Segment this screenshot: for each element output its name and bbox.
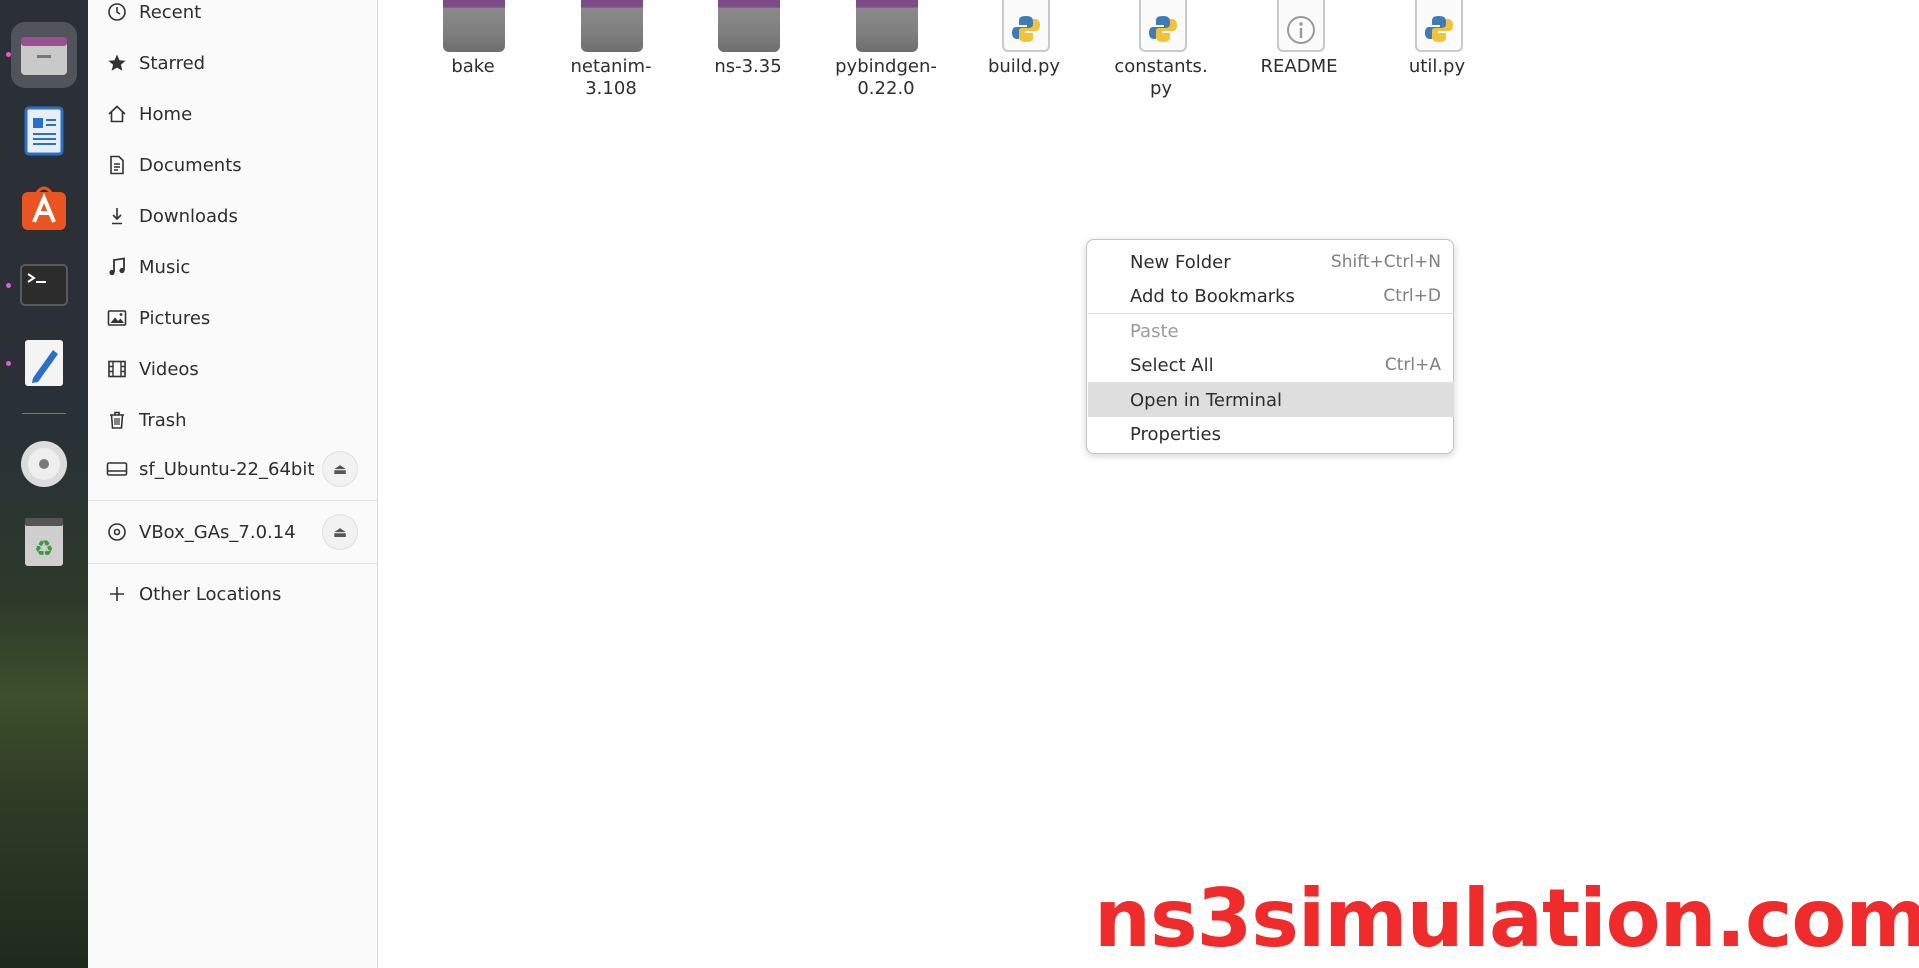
sidebar-item-label: Videos	[139, 358, 199, 380]
folder-icon	[581, 0, 643, 52]
sidebar-item-trash[interactable]: Trash	[88, 398, 378, 442]
sidebar-item-label: Documents	[139, 154, 242, 176]
disc-icon	[106, 521, 128, 543]
drive-icon	[106, 458, 128, 480]
svg-text:♻: ♻	[34, 537, 54, 562]
sidebar-item-label: Trash	[139, 409, 187, 431]
sidebar-item-pictures[interactable]: Pictures	[88, 296, 378, 340]
python-file-icon	[1407, 0, 1467, 52]
dock-terminal[interactable]	[11, 252, 77, 318]
sidebar-item-label: Other Locations	[139, 583, 282, 605]
file-name: bake	[451, 56, 495, 77]
sidebar-separator	[88, 500, 378, 501]
file-grid: bake netanim- 3.108 ns-3.35 pybindgen- 0…	[378, 0, 1919, 968]
sidebar-item-label: Pictures	[139, 307, 211, 329]
context-menu: New Folder Shift+Ctrl+N Add to Bookmarks…	[1086, 239, 1454, 454]
folder-icon	[718, 0, 780, 52]
eject-icon: ⏏	[332, 460, 348, 478]
folder-icon	[856, 0, 918, 52]
sidebar: Recent Starred Home Documents Downloads …	[88, 0, 378, 968]
dock-text-editor[interactable]	[11, 330, 77, 396]
eject-button[interactable]: ⏏	[322, 451, 358, 487]
trash-icon	[106, 409, 128, 431]
star-icon	[106, 52, 128, 74]
sidebar-item-videos[interactable]: Videos	[88, 347, 378, 391]
info-file-icon	[1269, 0, 1329, 52]
file-name: constants. py	[1114, 56, 1208, 99]
running-indicator	[6, 52, 11, 57]
music-note-icon	[106, 256, 128, 278]
sidebar-item-label: Music	[139, 256, 191, 278]
running-indicator	[6, 361, 11, 366]
sidebar-item-starred[interactable]: Starred	[88, 41, 378, 85]
file-name: netanim- 3.108	[570, 56, 652, 99]
plus-icon	[106, 583, 128, 605]
menu-item-open-in-terminal[interactable]: Open in Terminal	[1088, 383, 1454, 417]
sidebar-item-other-locations[interactable]: Other Locations	[88, 572, 378, 616]
sidebar-item-drive-sf[interactable]: sf_Ubuntu-22_64bit ⏏	[88, 447, 378, 491]
folder-icon	[443, 0, 505, 52]
eject-icon: ⏏	[332, 523, 348, 541]
clock-icon	[106, 1, 128, 23]
dock-disc[interactable]	[11, 431, 77, 497]
python-file-icon	[1131, 0, 1191, 52]
picture-icon	[106, 307, 128, 329]
menu-item-select-all[interactable]: Select All Ctrl+A	[1088, 348, 1454, 382]
dock-separator	[22, 413, 66, 414]
python-file-icon	[994, 0, 1054, 52]
file-name: build.py	[987, 56, 1061, 77]
sidebar-item-drive-vbox[interactable]: VBox_GAs_7.0.14 ⏏	[88, 510, 378, 554]
sidebar-item-home[interactable]: Home	[88, 92, 378, 136]
writer-icon	[24, 106, 64, 156]
dock-writer[interactable]	[11, 98, 77, 164]
menu-item-properties[interactable]: Properties	[1088, 417, 1454, 451]
sidebar-item-recent[interactable]: Recent	[88, 0, 378, 34]
file-name: pybindgen- 0.22.0	[835, 56, 937, 99]
file-name: README	[1260, 56, 1338, 77]
eject-button[interactable]: ⏏	[322, 514, 358, 550]
sidebar-item-downloads[interactable]: Downloads	[88, 194, 378, 238]
file-name: ns-3.35	[714, 56, 782, 77]
dock-app-center[interactable]	[11, 174, 77, 240]
sidebar-item-label: VBox_GAs_7.0.14	[139, 521, 296, 543]
trash-icon: ♻	[25, 518, 63, 566]
sidebar-item-label: Home	[139, 103, 193, 125]
menu-item-new-folder[interactable]: New Folder Shift+Ctrl+N	[1088, 245, 1454, 279]
terminal-icon	[20, 264, 68, 306]
sidebar-item-label: Starred	[139, 52, 206, 74]
dock-trash[interactable]: ♻	[11, 509, 77, 575]
sidebar-item-label: sf_Ubuntu-22_64bit	[139, 458, 315, 480]
dock-files[interactable]	[11, 22, 77, 88]
film-icon	[106, 358, 128, 380]
sidebar-item-music[interactable]: Music	[88, 245, 378, 289]
dock: ♻	[0, 0, 88, 968]
document-icon	[106, 154, 128, 176]
sidebar-separator	[88, 563, 378, 564]
download-icon	[106, 205, 128, 227]
disc-icon	[21, 441, 67, 487]
sidebar-item-label: Downloads	[139, 205, 238, 227]
running-indicator	[6, 283, 11, 288]
sidebar-item-label: Recent	[139, 1, 202, 23]
sidebar-item-documents[interactable]: Documents	[88, 143, 378, 187]
text-editor-icon	[25, 340, 63, 386]
files-icon	[21, 37, 67, 75]
menu-item-paste: Paste	[1130, 320, 1179, 342]
menu-item-add-to-bookmarks[interactable]: Add to Bookmarks Ctrl+D	[1088, 279, 1454, 313]
app-center-icon	[22, 186, 66, 230]
file-name: util.py	[1408, 56, 1466, 77]
home-icon	[106, 103, 128, 125]
watermark-text: ns3simulation.com	[1094, 872, 1919, 965]
